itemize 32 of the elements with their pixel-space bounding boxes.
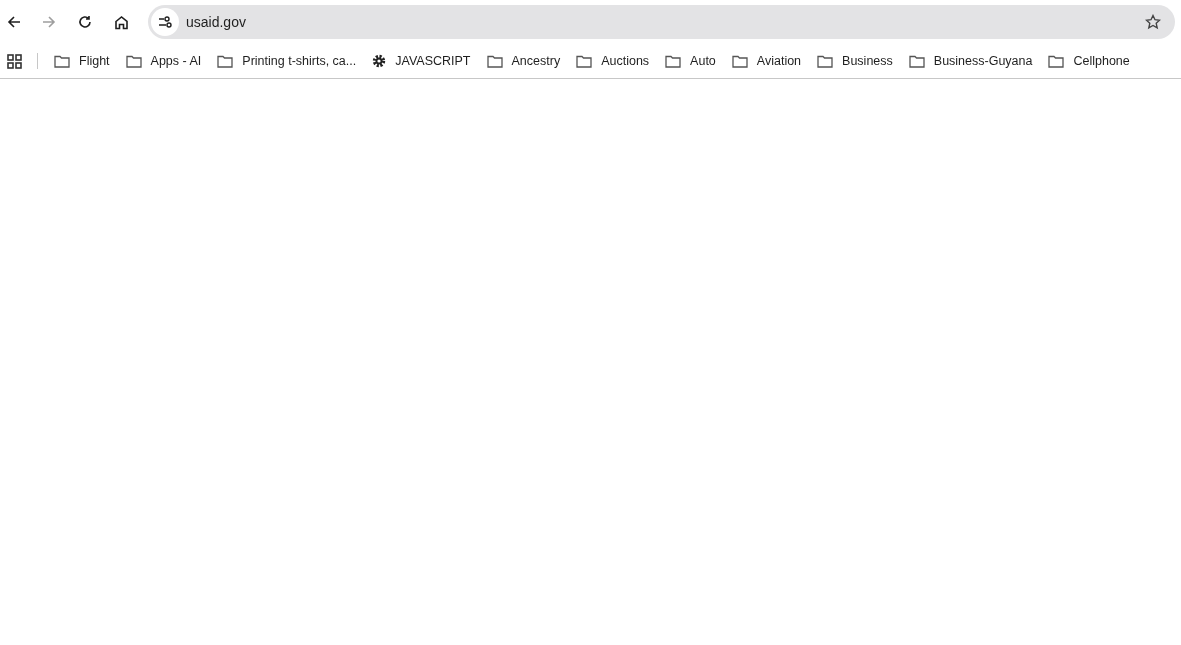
folder-icon	[731, 54, 748, 68]
bookmark-item[interactable]: Ancestry	[478, 47, 569, 75]
folder-icon	[217, 54, 234, 68]
folder-icon	[908, 54, 925, 68]
bookmark-item[interactable]: JAVASCRIPT	[364, 47, 479, 75]
bookmark-item[interactable]: Auctions	[568, 47, 658, 75]
folder-icon	[576, 54, 593, 68]
reload-icon	[78, 15, 92, 29]
bookmark-item[interactable]: Auto	[657, 47, 724, 75]
folder-icon	[1048, 54, 1065, 68]
bookmark-item[interactable]: Flight	[46, 47, 118, 75]
folder-icon	[665, 54, 682, 68]
url-text: usaid.gov	[186, 12, 246, 32]
site-info-button[interactable]	[151, 8, 179, 36]
apps-grid-icon[interactable]	[7, 53, 22, 69]
gear-icon	[372, 54, 387, 68]
folder-icon	[54, 54, 70, 68]
folder-icon	[486, 54, 503, 68]
bookmark-item[interactable]: Cellphone	[1040, 47, 1138, 75]
bookmark-item[interactable]: Printing t-shirts, ca...	[209, 47, 365, 75]
forward-icon	[42, 15, 56, 29]
back-icon	[7, 15, 21, 29]
bookmark-item[interactable]: Business	[809, 47, 901, 75]
tune-icon	[158, 16, 172, 28]
folder-icon	[125, 54, 142, 68]
folder-icon	[817, 54, 834, 68]
home-icon	[113, 14, 129, 30]
address-bar[interactable]: usaid.gov	[148, 5, 1175, 39]
bookmark-item[interactable]: Aviation	[723, 47, 810, 75]
star-icon[interactable]	[1145, 14, 1161, 30]
bookmark-item[interactable]: Apps - AI	[117, 47, 210, 75]
bookmark-item[interactable]: Business-Guyana	[900, 47, 1041, 75]
